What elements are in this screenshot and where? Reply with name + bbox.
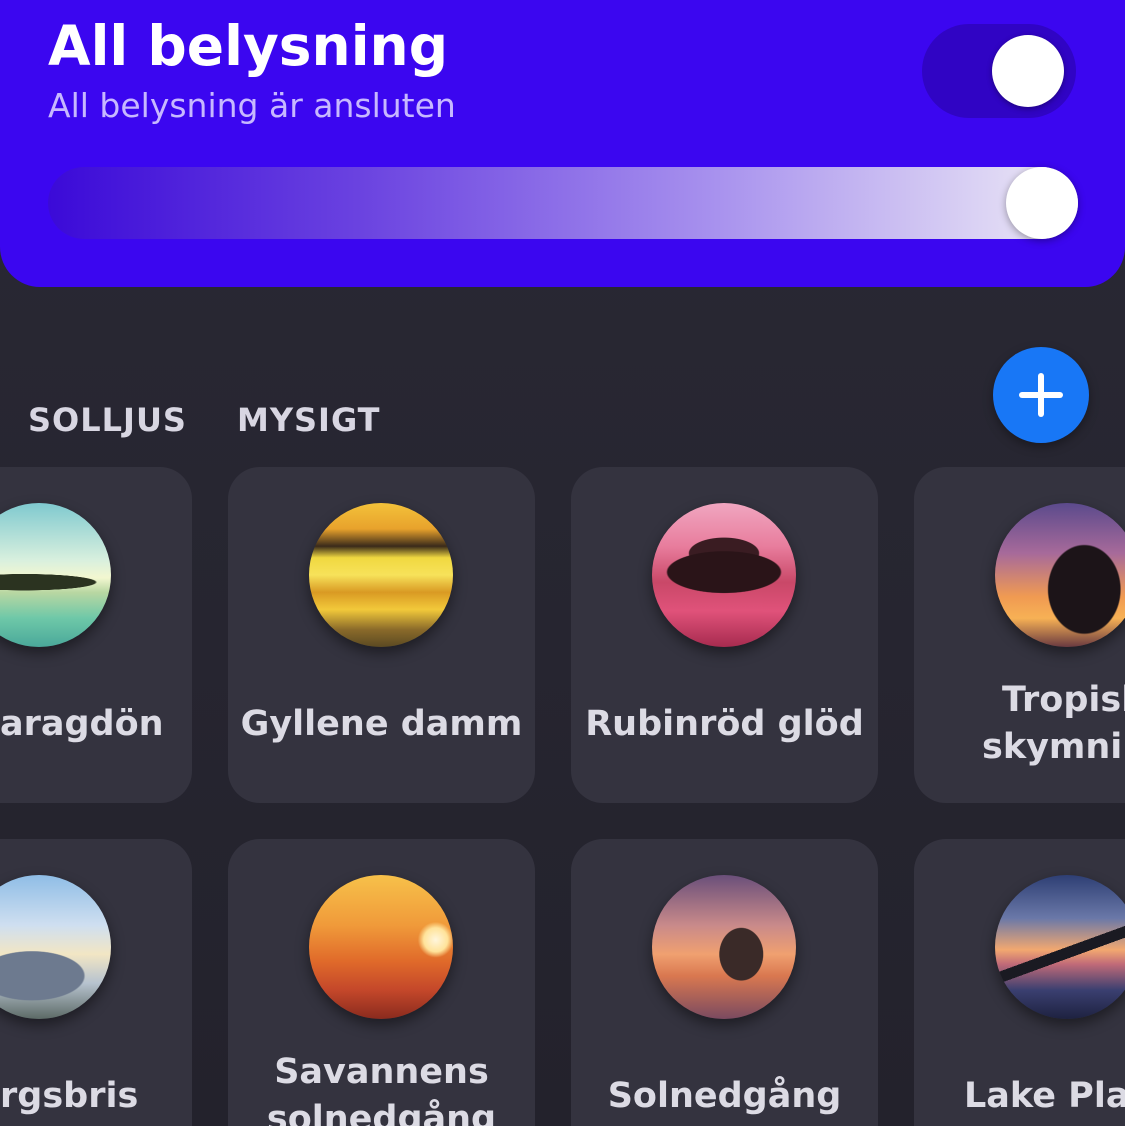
brightness-slider[interactable]	[48, 167, 1078, 239]
tab-solljus[interactable]: SOLLJUS	[28, 400, 187, 440]
scene-label-line1: Savannens	[274, 1052, 489, 1092]
scene-image-sunset	[652, 875, 796, 1019]
scene-label: Solnedgång	[607, 1076, 842, 1116]
scene-label-line2: skymnin	[982, 727, 1125, 767]
scene-label: rgsbris	[0, 1076, 139, 1116]
tab-mysigt[interactable]: MYSIGT	[237, 400, 381, 440]
power-toggle[interactable]	[922, 24, 1076, 118]
scene-label: Gyllene damm	[240, 704, 523, 744]
scene-card-mountain-breeze[interactable]: rgsbris	[0, 839, 192, 1126]
scene-card-emerald[interactable]: aragdön	[0, 467, 192, 803]
add-scene-button[interactable]	[993, 347, 1089, 443]
toggle-knob	[992, 35, 1064, 107]
scene-card-golden-pond[interactable]: Gyllene damm	[228, 467, 535, 803]
scene-label: Rubinröd glöd	[585, 704, 864, 744]
scene-image-tropical-dusk	[995, 503, 1125, 647]
scene-image-mountain-breeze	[0, 875, 111, 1019]
scene-category-tabs: SOLLJUS MYSIGT	[28, 400, 380, 440]
scene-image-lake-placid	[995, 875, 1125, 1019]
scene-image-ruby-glow	[652, 503, 796, 647]
scene-image-savanna-sunset	[309, 875, 453, 1019]
scene-label-line2: solnedgång	[266, 1099, 497, 1126]
scene-label-line1: Tropisk	[1002, 680, 1125, 720]
screen: All belysning All belysning är ansluten …	[0, 0, 1125, 1126]
scene-card-tropical-dusk[interactable]: Tropisk skymnin	[914, 467, 1125, 803]
scene-card-sunset[interactable]: Solnedgång	[571, 839, 878, 1126]
scene-card-lake-placid[interactable]: Lake Plac	[914, 839, 1125, 1126]
scene-card-ruby-glow[interactable]: Rubinröd glöd	[571, 467, 878, 803]
room-header-card: All belysning All belysning är ansluten	[0, 0, 1125, 287]
scene-label: aragdön	[0, 704, 164, 744]
room-title: All belysning	[48, 14, 449, 78]
room-status-text: All belysning är ansluten	[48, 86, 456, 125]
brightness-slider-thumb[interactable]	[1006, 167, 1078, 239]
scene-card-savanna-sunset[interactable]: Savannens solnedgång	[228, 839, 535, 1126]
scene-image-emerald-island	[0, 503, 111, 647]
scene-label: Lake Plac	[964, 1076, 1125, 1116]
scene-image-golden-pond	[309, 503, 453, 647]
